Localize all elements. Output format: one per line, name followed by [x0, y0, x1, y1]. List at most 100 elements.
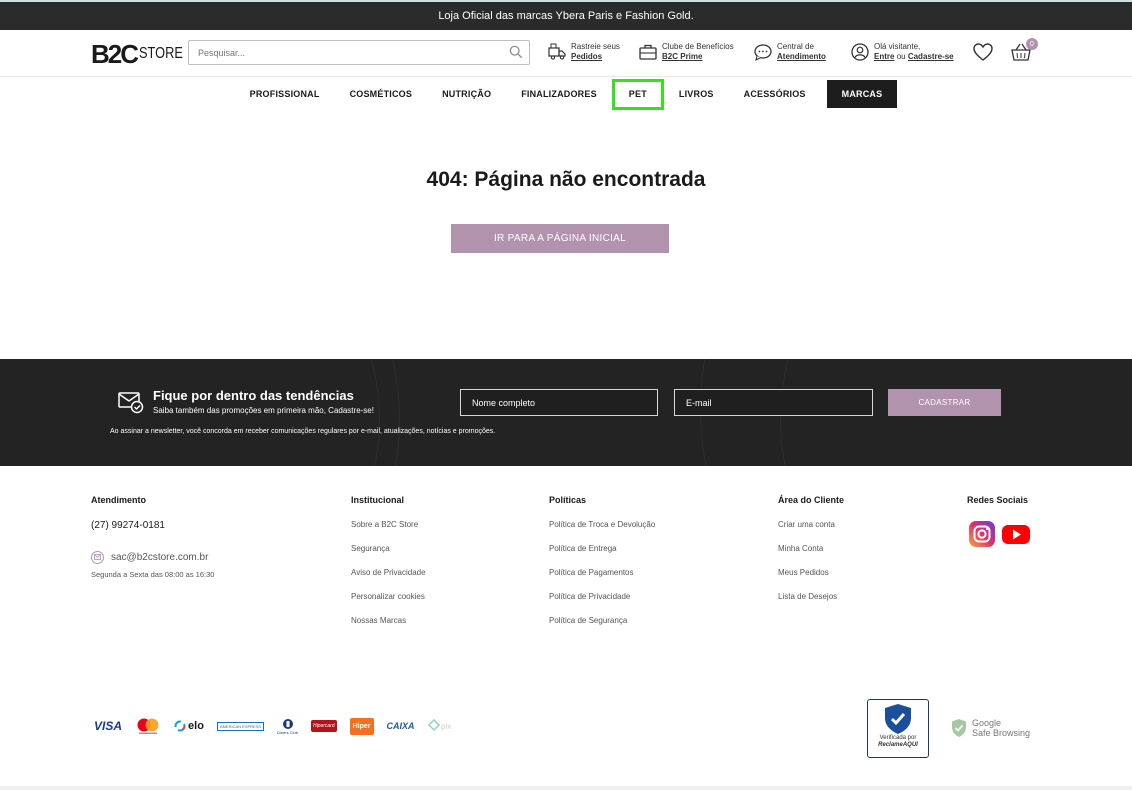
newsletter-subtitle: Saiba também das promoções em primeira m…: [153, 406, 374, 415]
visa-logo: VISA: [94, 719, 123, 733]
cart-count-badge: 0: [1026, 38, 1038, 50]
google-safe-browsing-seal[interactable]: Google Safe Browsing: [951, 718, 1030, 738]
login-link[interactable]: Entre: [874, 52, 894, 61]
newsletter-email-input[interactable]: E-mail: [674, 389, 873, 416]
nav-profissional[interactable]: PROFISSIONAL: [235, 80, 335, 108]
footer-link-security-policy[interactable]: Política de Segurança: [549, 616, 655, 640]
main-nav: PROFISSIONAL COSMÉTICOS NUTRIÇÃO FINALIZ…: [0, 78, 1132, 110]
search-icon[interactable]: [509, 45, 523, 59]
instagram-icon[interactable]: [968, 520, 996, 548]
google-line1: Google: [972, 718, 1002, 728]
account-greeting: Olá visitante,: [874, 42, 921, 51]
footer-hours: Segunda a Sexta das 08:00 as 16:30: [91, 570, 215, 579]
header: B2C STORE Rastreie seus Pedidos Clube: [0, 30, 1132, 77]
footer-institucional: Institucional Sobre a B2C Store Seguranç…: [351, 495, 426, 640]
footer-link-my-account[interactable]: Minha Conta: [778, 544, 844, 568]
footer-link-about[interactable]: Sobre a B2C Store: [351, 520, 426, 544]
nav-pet[interactable]: PET: [611, 78, 664, 110]
go-home-button[interactable]: IR PARA A PÁGINA INICIAL: [451, 224, 669, 253]
footer-politicas-title: Políticas: [549, 495, 587, 505]
nav-nutricao[interactable]: NUTRIÇÃO: [427, 80, 506, 108]
footer-link-create-account[interactable]: Criar uma conta: [778, 520, 844, 544]
newsletter-title: Fique por dentro das tendências: [153, 388, 354, 403]
reclame-line1: Verificada por: [879, 735, 917, 741]
footer-link-wishlist[interactable]: Lista de Desejos: [778, 592, 844, 616]
footer-link-privacy[interactable]: Política de Privacidade: [549, 592, 655, 616]
newsletter-name-input[interactable]: Nome completo: [460, 389, 658, 416]
google-line2: Safe Browsing: [972, 728, 1031, 738]
amex-text: AMERICAN EXPRESS: [219, 723, 262, 729]
mastercard-logo: [135, 717, 161, 735]
account-area: Olá visitante, Entre ou Cadastre-se: [850, 42, 954, 62]
hiper-logo: Hiper: [349, 717, 374, 735]
caixa-text: CAIXA: [386, 721, 415, 731]
footer-link-privacy-notice[interactable]: Aviso de Privacidade: [351, 568, 426, 592]
footer-politicas: Políticas Política de Troca e Devolução …: [549, 495, 655, 640]
shield-check-icon: [885, 704, 911, 734]
nav-acessorios[interactable]: ACESSÓRIOS: [729, 80, 821, 108]
footer-cliente-title: Área do Cliente: [778, 495, 845, 505]
user-icon: [851, 43, 869, 61]
footer-link-payments[interactable]: Política de Pagamentos: [549, 568, 655, 592]
footer-cliente: Área do Cliente Criar uma conta Minha Co…: [778, 495, 844, 616]
hiper-text: Hiper: [352, 722, 371, 730]
support-center-link[interactable]: Central de Atendimento: [753, 42, 826, 62]
track-line1: Rastreie seus: [571, 42, 620, 51]
pix-logo: pix: [427, 719, 462, 733]
footer-email: sac@b2cstore.com.br: [111, 551, 209, 563]
footer-atendimento-title: Atendimento: [91, 495, 146, 505]
reclame-line2: ReclameAQUI: [878, 742, 918, 748]
logo-b2c: B2C: [91, 38, 139, 69]
cart-button[interactable]: 0: [1010, 38, 1038, 63]
briefcase-icon: [639, 44, 657, 60]
mail-icon: [91, 550, 104, 564]
youtube-icon[interactable]: [1001, 520, 1031, 548]
footer-atendimento: Atendimento (27) 99274-0181 sac@b2cstore…: [91, 495, 214, 579]
support-line2: Atendimento: [777, 52, 826, 61]
elo-logo: elo: [174, 720, 204, 732]
google-shield-icon: [952, 719, 966, 737]
newsletter-section: Fique por dentro das tendências Saiba ta…: [0, 359, 1132, 466]
hipercard-logo: Hipercard: [310, 720, 337, 732]
account-or: ou: [896, 52, 906, 61]
logo-store: STORE: [139, 45, 183, 62]
caixa-logo: CAIXA: [387, 721, 415, 731]
envelope-check-icon: [118, 392, 144, 414]
footer-link-cookies[interactable]: Personalizar cookies: [351, 592, 426, 616]
track-line2: Pedidos: [571, 52, 603, 61]
chat-icon: [754, 44, 772, 62]
amex-logo: AMERICAN EXPRESS: [216, 721, 265, 731]
newsletter-disclaimer: Ao assinar a newsletter, você concorda e…: [110, 428, 496, 435]
diners-text: Diners Club: [277, 729, 298, 735]
footer-social-title: Redes Sociais: [967, 495, 1029, 505]
nav-cosmeticos[interactable]: COSMÉTICOS: [335, 80, 428, 108]
footer-phone[interactable]: (27) 99274-0181: [91, 520, 214, 544]
hipercard-text: Hipercard: [312, 723, 335, 729]
footer-link-brands[interactable]: Nossas Marcas: [351, 616, 426, 640]
reclame-aqui-seal[interactable]: Verificada por ReclameAQUI: [867, 699, 929, 758]
club-line2: B2C Prime: [662, 52, 703, 61]
footer-link-security[interactable]: Segurança: [351, 544, 426, 568]
elo-text: elo: [188, 720, 204, 732]
announcement-bar: Loja Oficial das marcas Ybera Paris e Fa…: [0, 0, 1132, 30]
footer-link-my-orders[interactable]: Meus Pedidos: [778, 568, 844, 592]
nav-marcas[interactable]: MARCAS: [826, 80, 898, 108]
diners-logo: Diners Club: [277, 718, 298, 735]
footer-link-returns[interactable]: Política de Troca e Devolução: [549, 520, 655, 544]
logo[interactable]: B2C STORE: [91, 39, 194, 69]
page-title: 404: Página não encontrada: [426, 168, 706, 191]
search-input[interactable]: [189, 41, 489, 64]
newsletter-submit-button[interactable]: CADASTRAR: [888, 389, 1001, 416]
payment-methods: VISA elo AMERICAN EXPRESS Diners Club Hi…: [94, 717, 475, 735]
support-line1: Central de: [777, 42, 814, 51]
footer-email-link[interactable]: sac@b2cstore.com.br: [91, 544, 214, 570]
footer-link-delivery[interactable]: Política de Entrega: [549, 544, 655, 568]
benefits-club-link[interactable]: Clube de Benefícios B2C Prime: [638, 42, 734, 62]
heart-icon[interactable]: [972, 41, 994, 63]
svg-text:pix: pix: [441, 722, 451, 731]
nav-livros[interactable]: LIVROS: [664, 80, 729, 108]
truck-icon: [548, 43, 566, 60]
track-orders-link[interactable]: Rastreie seus Pedidos: [547, 42, 620, 62]
nav-finalizadores[interactable]: FINALIZADORES: [506, 80, 612, 108]
register-link[interactable]: Cadastre-se: [908, 52, 954, 61]
